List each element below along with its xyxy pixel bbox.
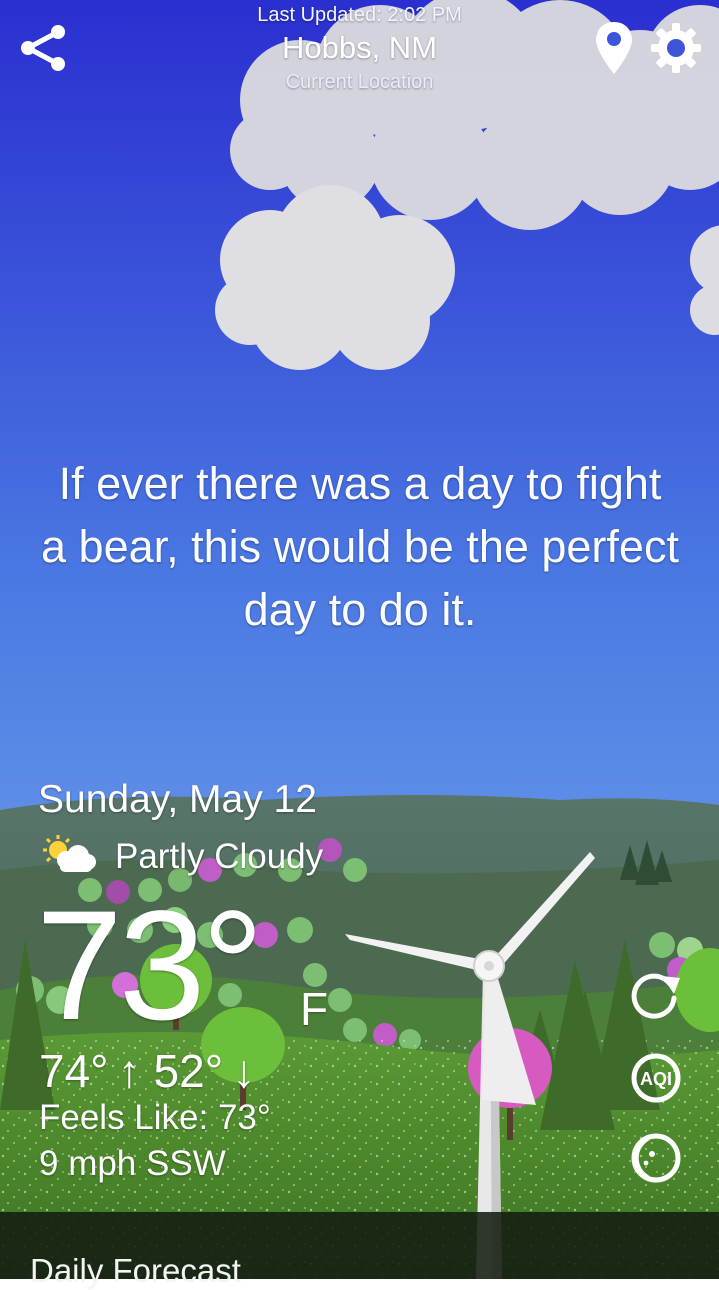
temperature-unit[interactable]: F — [300, 982, 328, 1036]
share-icon — [21, 25, 65, 71]
wind-speed: 9 mph SSW — [39, 1144, 226, 1183]
current-temperature: 73° — [36, 879, 264, 1053]
condition-label: Partly Cloudy — [115, 837, 324, 876]
partly-cloudy-icon — [43, 835, 96, 872]
forecast-date: Sunday, May 12 — [38, 778, 317, 821]
gear-icon — [651, 23, 701, 73]
refresh-icon — [631, 973, 680, 1019]
high-low-temperature: 74° ↑ 52° ↓ — [39, 1045, 256, 1097]
moon-phase-icon — [631, 1133, 681, 1183]
share-button[interactable] — [14, 18, 74, 78]
location-pin-icon — [596, 22, 632, 74]
moon-phase-button[interactable] — [628, 1130, 684, 1186]
aqi-label: AQI — [640, 1069, 672, 1089]
weather-quote: If ever there was a day to fight a bear,… — [41, 458, 679, 635]
aqi-button[interactable]: AQI — [628, 1050, 684, 1106]
daily-forecast-label[interactable]: Daily Forecast — [30, 1252, 241, 1290]
location-button[interactable] — [584, 18, 644, 78]
aqi-icon: AQI — [631, 1053, 681, 1103]
settings-button[interactable] — [646, 18, 706, 78]
feels-like: Feels Like: 73° — [39, 1098, 271, 1137]
refresh-button[interactable] — [628, 968, 684, 1024]
